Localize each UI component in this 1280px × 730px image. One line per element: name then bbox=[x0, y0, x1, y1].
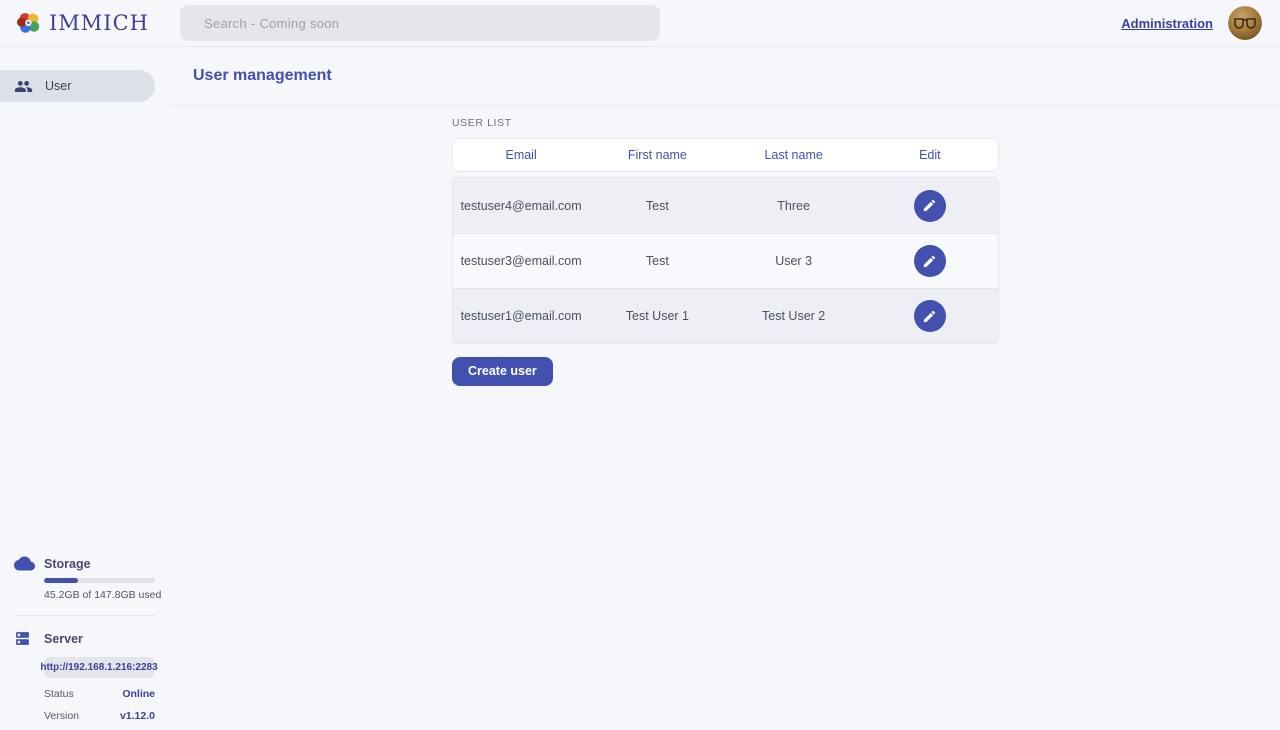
server-version-row: Version v1.12.0 bbox=[44, 710, 155, 722]
page-title: User management bbox=[193, 67, 332, 85]
page-header: User management bbox=[171, 47, 1280, 106]
cell-last-name: Test User 2 bbox=[726, 309, 862, 323]
cell-first-name: Test bbox=[589, 254, 725, 268]
top-nav: IMMICH Administration bbox=[0, 0, 1280, 47]
table-row: testuser4@email.com Test Three bbox=[453, 178, 998, 233]
cell-last-name: Three bbox=[726, 199, 862, 213]
app-title: IMMICH bbox=[49, 11, 149, 35]
user-table-body: testuser4@email.com Test Three bbox=[452, 177, 999, 344]
server-dns-icon bbox=[14, 630, 44, 647]
cloud-icon bbox=[14, 556, 44, 571]
column-header-edit: Edit bbox=[862, 148, 998, 162]
cell-email: testuser3@email.com bbox=[453, 254, 589, 268]
column-header-last-name: Last name bbox=[726, 148, 862, 162]
administration-link[interactable]: Administration bbox=[1121, 16, 1213, 31]
column-header-first-name: First name bbox=[589, 148, 725, 162]
sidebar: User Storage 45.2GB of 147.8GB used bbox=[0, 47, 171, 730]
user-list-label: USER LIST bbox=[452, 117, 999, 129]
server-status-row: Status Online bbox=[44, 688, 155, 700]
cell-email: testuser4@email.com bbox=[453, 199, 589, 213]
sidebar-item-label: User bbox=[45, 79, 71, 93]
cell-email: testuser1@email.com bbox=[453, 309, 589, 323]
create-user-button[interactable]: Create user bbox=[452, 357, 553, 386]
table-header-row: Email First name Last name Edit bbox=[452, 138, 999, 172]
table-row: testuser3@email.com Test User 3 bbox=[453, 233, 998, 288]
storage-progress-fill bbox=[44, 578, 78, 583]
immich-logo[interactable]: IMMICH bbox=[16, 10, 149, 36]
storage-section-header: Storage bbox=[0, 556, 171, 571]
status-label: Status bbox=[44, 688, 74, 700]
sidebar-footer: Storage 45.2GB of 147.8GB used Server ht… bbox=[0, 556, 171, 722]
users-group-icon bbox=[14, 77, 33, 96]
immich-flower-icon bbox=[16, 10, 42, 36]
storage-usage-text: 45.2GB of 147.8GB used bbox=[44, 589, 171, 601]
pencil-icon bbox=[922, 309, 937, 324]
cell-first-name: Test bbox=[589, 199, 725, 213]
main-content: User management USER LIST Email First na… bbox=[171, 47, 1280, 730]
sidebar-item-user[interactable]: User bbox=[0, 70, 155, 102]
pencil-icon bbox=[922, 254, 937, 269]
cell-last-name: User 3 bbox=[726, 254, 862, 268]
version-label: Version bbox=[44, 710, 79, 722]
version-value: v1.12.0 bbox=[120, 710, 155, 722]
search-input[interactable] bbox=[180, 5, 660, 41]
cell-first-name: Test User 1 bbox=[589, 309, 725, 323]
server-section-header: Server bbox=[0, 630, 171, 647]
edit-user-button[interactable] bbox=[914, 190, 946, 222]
server-url-badge: http://192.168.1.216:2283 bbox=[44, 657, 154, 678]
table-row: testuser1@email.com Test User 1 Test Use… bbox=[453, 288, 998, 343]
server-title: Server bbox=[44, 632, 83, 646]
status-value: Online bbox=[122, 688, 155, 700]
storage-title: Storage bbox=[44, 557, 91, 571]
avatar[interactable] bbox=[1228, 6, 1262, 40]
column-header-email: Email bbox=[453, 148, 589, 162]
storage-progress-bar bbox=[44, 578, 155, 583]
edit-user-button[interactable] bbox=[914, 245, 946, 277]
edit-user-button[interactable] bbox=[914, 300, 946, 332]
sidebar-divider bbox=[14, 615, 155, 616]
pencil-icon bbox=[922, 198, 937, 213]
